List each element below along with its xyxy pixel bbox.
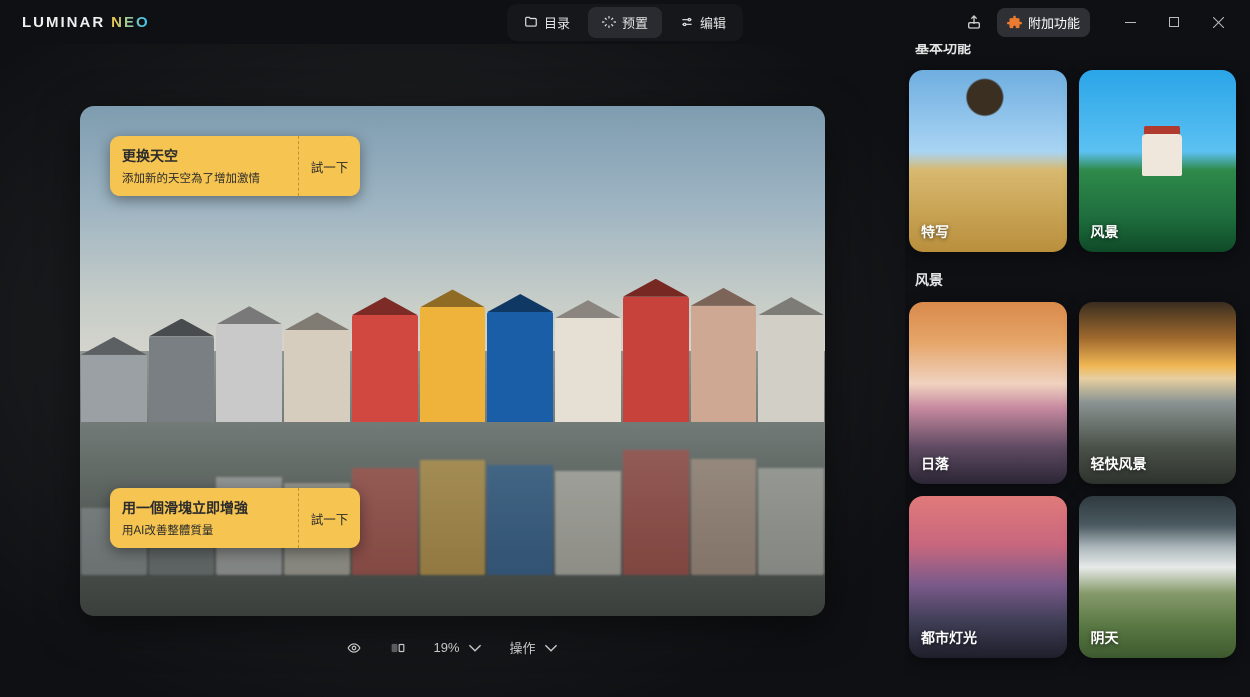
window-controls (1108, 7, 1240, 37)
viewer-area: 更换天空 添加新的天空為了增加激情 試一下 用一個滑塊立即增強 用AI改善整體質… (0, 44, 905, 697)
zoom-value: 19% (433, 640, 459, 655)
preset-card-landscape[interactable]: 风景 (1079, 70, 1237, 252)
viewer-toolbar: 19% 操作 (345, 638, 559, 657)
preset-grid-landscape: 日落 轻快风景 都市灯光 阴天 (909, 302, 1236, 662)
tip-sky-subtitle: 添加新的天空為了增加激情 (122, 170, 286, 186)
tab-presets-label: 预置 (622, 13, 648, 32)
photo-house (284, 330, 350, 422)
preset-card-sunset[interactable]: 日落 (909, 302, 1067, 484)
minimize-icon (1125, 17, 1136, 28)
chevron-down-icon (466, 641, 484, 655)
tip-sky-title: 更换天空 (122, 146, 286, 166)
tip-sky-try-button[interactable]: 試一下 (298, 136, 360, 196)
preset-grid-basic: 特写 风景 (909, 70, 1236, 252)
tab-edit[interactable]: 编辑 (666, 7, 740, 38)
main-tabs: 目录 预置 编辑 (507, 4, 743, 41)
actions-dropdown[interactable]: 操作 (510, 638, 560, 657)
photo-house (487, 312, 553, 422)
toggle-preview-button[interactable] (345, 641, 363, 655)
preset-label: 日落 (921, 454, 949, 474)
app-logo: LUMINAR NEO (22, 14, 150, 31)
tip-card-body: 用一個滑塊立即增強 用AI改善整體質量 (110, 488, 298, 548)
photo-house (216, 324, 282, 422)
logo-word-luminar: LUMINAR (22, 14, 105, 31)
photo-house (420, 307, 486, 422)
photo-house (81, 355, 147, 422)
photo-house (623, 297, 689, 422)
preset-card-overcast[interactable]: 阴天 (1079, 496, 1237, 658)
tab-edit-label: 编辑 (700, 13, 726, 32)
folder-icon (524, 15, 538, 29)
photo-house (691, 306, 757, 422)
photo-house (352, 315, 418, 422)
preset-label: 阴天 (1091, 628, 1119, 648)
eye-icon (345, 641, 363, 655)
zoom-dropdown[interactable]: 19% (433, 640, 483, 655)
minimize-button[interactable] (1108, 7, 1152, 37)
preset-card-easy-landscape[interactable]: 轻快风景 (1079, 302, 1237, 484)
preset-label: 轻快风景 (1091, 454, 1147, 474)
tip-enhance-try-button[interactable]: 試一下 (298, 488, 360, 548)
photo-house (555, 318, 621, 422)
tip-enhance-subtitle: 用AI改善整體質量 (122, 522, 286, 538)
photo-house (758, 315, 824, 422)
puzzle-icon (1007, 15, 1022, 30)
preset-label: 都市灯光 (921, 628, 977, 648)
chevron-down-icon (542, 641, 560, 655)
maximize-button[interactable] (1152, 7, 1196, 37)
tip-card-sky: 更换天空 添加新的天空為了增加激情 試一下 (110, 136, 360, 196)
tab-presets[interactable]: 预置 (588, 7, 662, 38)
share-button[interactable] (959, 7, 989, 37)
titlebar: LUMINAR NEO 目录 预置 编辑 附加功能 (0, 0, 1250, 44)
photo-house (149, 337, 215, 423)
maximize-icon (1169, 17, 1179, 27)
tip-card-body: 更换天空 添加新的天空為了增加激情 (110, 136, 298, 196)
close-button[interactable] (1196, 7, 1240, 37)
tip-card-enhance: 用一個滑塊立即增強 用AI改善整體質量 試一下 (110, 488, 360, 548)
sparkle-icon (602, 15, 616, 29)
close-icon (1213, 17, 1224, 28)
app-body: 更换天空 添加新的天空為了增加激情 試一下 用一個滑塊立即增強 用AI改善整體質… (0, 44, 1250, 697)
tab-catalog-label: 目录 (544, 13, 570, 32)
share-icon (966, 14, 982, 30)
preset-card-portrait[interactable]: 特写 (909, 70, 1067, 252)
tip-enhance-title: 用一個滑塊立即增強 (122, 498, 286, 518)
preset-label: 风景 (1091, 222, 1119, 242)
logo-word-neo: NEO (111, 14, 150, 31)
addon-label: 附加功能 (1028, 13, 1080, 32)
preset-card-city-lights[interactable]: 都市灯光 (909, 496, 1067, 658)
tab-catalog[interactable]: 目录 (510, 7, 584, 38)
photo-preview[interactable]: 更换天空 添加新的天空為了增加激情 試一下 用一個滑塊立即增強 用AI改善整體質… (80, 106, 825, 616)
addon-button[interactable]: 附加功能 (997, 8, 1090, 37)
preset-section-landscape-title: 风景 (915, 270, 1236, 290)
titlebar-right: 附加功能 (959, 7, 1240, 37)
compare-icon (389, 641, 407, 655)
sliders-icon (680, 15, 694, 29)
photo-houses (80, 269, 825, 422)
compare-button[interactable] (389, 641, 407, 655)
preset-section-basic-title: 基本功能 (915, 44, 1236, 58)
actions-label: 操作 (510, 638, 536, 657)
presets-panel[interactable]: 基本功能 特写 风景 风景 日落 轻快风景 都市灯光 阴天 (905, 44, 1250, 697)
preset-label: 特写 (921, 222, 949, 242)
